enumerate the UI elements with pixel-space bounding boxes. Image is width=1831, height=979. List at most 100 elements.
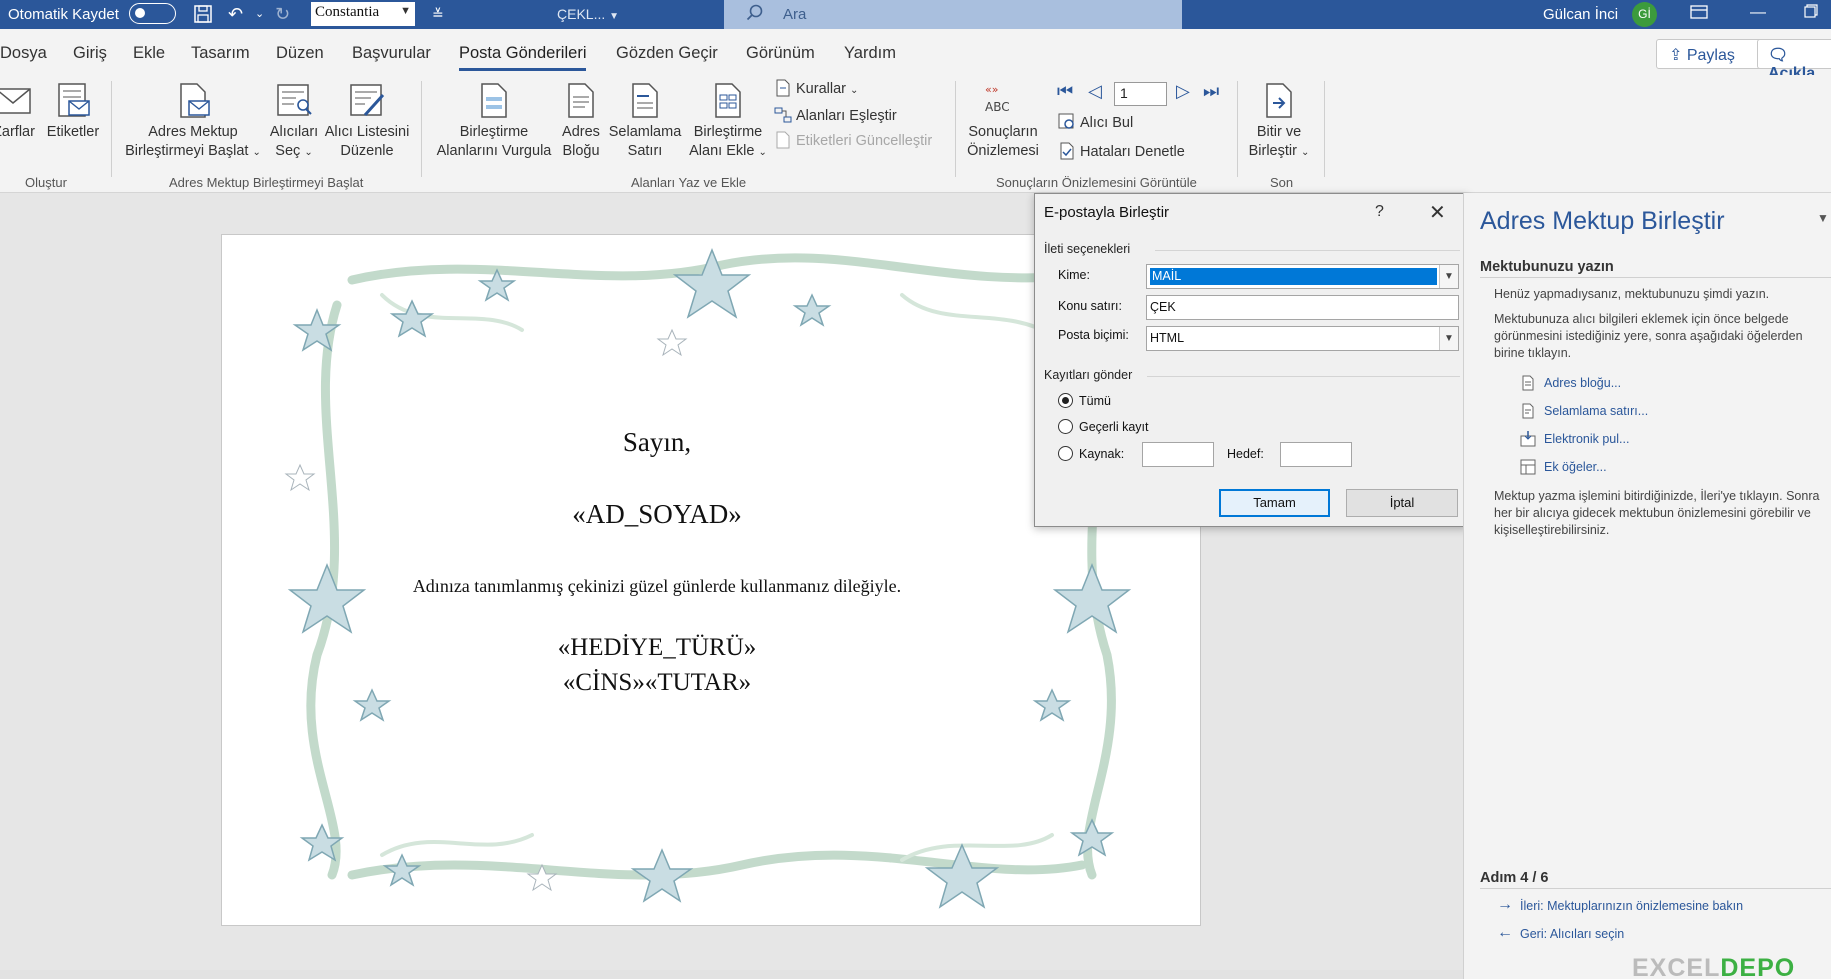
to-select[interactable]: MAİL ▼ bbox=[1146, 264, 1459, 289]
task-pane-title: Adres Mektup Birleştir bbox=[1480, 207, 1725, 235]
more-items-link[interactable]: Ek öğeler... bbox=[1544, 460, 1607, 474]
check-errors-icon bbox=[1060, 142, 1074, 160]
search-box[interactable]: Ara bbox=[724, 0, 1182, 29]
autosave-label: Otomatik Kaydet bbox=[8, 6, 119, 23]
redo-icon[interactable]: ↻ bbox=[275, 4, 290, 24]
subject-label: Konu satırı: bbox=[1058, 299, 1122, 313]
greeting-line-button[interactable]: Selamlama Satırı bbox=[604, 81, 686, 161]
chevron-down-icon[interactable]: ▼ bbox=[1439, 265, 1458, 288]
letter-body: Adınıza tanımlanmış çekinizi güzel günle… bbox=[412, 576, 902, 596]
status-bar bbox=[0, 970, 1463, 979]
mail-format-select[interactable]: HTML ▼ bbox=[1146, 326, 1459, 351]
insert-field-icon bbox=[715, 83, 741, 118]
previous-record-icon[interactable]: ◁ bbox=[1088, 81, 1102, 102]
mail-format-label: Posta biçimi: bbox=[1058, 328, 1129, 342]
rules-button[interactable]: Kurallar ⌄ bbox=[774, 78, 858, 100]
share-button[interactable]: ⇪ Paylaş bbox=[1656, 39, 1767, 69]
labels-button[interactable]: Etiketler bbox=[44, 81, 102, 142]
address-block-link[interactable]: Adres bloğu... bbox=[1544, 376, 1621, 390]
ok-button[interactable]: Tamam bbox=[1219, 489, 1330, 517]
next-record-icon[interactable]: ▷ bbox=[1176, 81, 1190, 102]
user-name[interactable]: Gülcan İnci bbox=[1543, 6, 1618, 23]
all-records-radio[interactable] bbox=[1058, 393, 1073, 408]
minimize-icon[interactable]: — bbox=[1750, 4, 1766, 22]
avatar[interactable]: Gİ bbox=[1632, 2, 1657, 27]
edit-recipient-list-button[interactable]: Alıcı Listesini Düzenle bbox=[321, 81, 413, 161]
greeting-line-link[interactable]: Selamlama satırı... bbox=[1544, 404, 1648, 418]
arrow-left-icon[interactable]: ← bbox=[1497, 924, 1513, 942]
undo-dropdown-icon[interactable]: ⌄ bbox=[255, 4, 264, 24]
tab-references[interactable]: Başvurular bbox=[352, 44, 431, 63]
record-range-radio[interactable] bbox=[1058, 446, 1073, 461]
tab-help[interactable]: Yardım bbox=[844, 44, 896, 63]
greeting-line-icon bbox=[632, 83, 658, 118]
highlight-merge-fields-button[interactable]: Birleştirme Alanlarını Vurgula bbox=[432, 81, 556, 161]
start-mail-merge-button[interactable]: Adres Mektup Birleştirmeyi Başlat ⌄ bbox=[122, 81, 264, 162]
recipient-list-icon bbox=[277, 84, 312, 116]
merge-field-gift-type[interactable]: «HEDİYE_TÜRÜ» bbox=[222, 634, 1092, 662]
step-heading: Mektubunuzu yazın bbox=[1480, 259, 1614, 275]
tab-review[interactable]: Gözden Geçir bbox=[616, 44, 718, 63]
tab-insert[interactable]: Ekle bbox=[133, 44, 165, 63]
merge-field-name[interactable]: «AD_SOYAD» bbox=[222, 499, 1092, 530]
customize-toolbar-icon[interactable]: ≚ bbox=[432, 4, 444, 24]
last-record-icon[interactable]: ⏭ bbox=[1203, 81, 1219, 102]
preview-abc-icon: «» ABC bbox=[985, 83, 1010, 114]
previous-step-link[interactable]: Geri: Alıcıları seçin bbox=[1520, 927, 1624, 941]
restore-icon[interactable] bbox=[1804, 4, 1818, 23]
save-icon[interactable] bbox=[193, 4, 213, 28]
check-errors-button[interactable]: Hataları Denetle bbox=[1058, 141, 1185, 163]
search-icon bbox=[746, 4, 764, 27]
tab-view[interactable]: Görünüm bbox=[746, 44, 815, 63]
tab-mailings[interactable]: Posta Gönderileri bbox=[459, 44, 587, 71]
svg-text:«»: «» bbox=[985, 83, 998, 96]
group-label-preview: Sonuçların Önizlemesini Görüntüle bbox=[996, 175, 1197, 190]
current-record-radio[interactable] bbox=[1058, 419, 1073, 434]
match-fields-icon bbox=[774, 107, 792, 123]
finish-merge-button[interactable]: Bitir ve Birleştir ⌄ bbox=[1243, 81, 1315, 162]
record-number-input[interactable]: 1 bbox=[1114, 82, 1167, 106]
chevron-down-icon[interactable]: ▼ bbox=[1439, 327, 1458, 350]
greeting-line-icon bbox=[1522, 403, 1534, 419]
document-name[interactable]: ÇEKL... ▼ bbox=[557, 6, 619, 22]
title-bar: Otomatik Kaydet ↶ ⌄ ↻ Constantia ▼ ≚ ÇEK… bbox=[0, 0, 1831, 29]
range-to-input[interactable] bbox=[1280, 442, 1352, 467]
tab-home[interactable]: Giriş bbox=[73, 44, 107, 63]
comments-button[interactable]: 🗨 Açıkla bbox=[1757, 39, 1831, 82]
address-block-button[interactable]: Adres Bloğu bbox=[556, 81, 606, 161]
undo-icon[interactable]: ↶ bbox=[228, 4, 243, 24]
section-divider bbox=[1480, 277, 1831, 278]
insert-merge-field-button[interactable]: Birleştirme Alanı Ekle ⌄ bbox=[686, 81, 770, 162]
section-divider bbox=[1155, 250, 1460, 251]
range-from-input[interactable] bbox=[1142, 442, 1214, 467]
merge-field-currency-amount[interactable]: «CİNS»«TUTAR» bbox=[222, 669, 1092, 697]
subject-input[interactable]: ÇEK bbox=[1146, 295, 1459, 320]
update-labels-button[interactable]: Etiketleri Güncelleştir bbox=[774, 130, 932, 152]
next-step-link[interactable]: İleri: Mektuplarınızın önizlemesine bakı… bbox=[1520, 899, 1743, 913]
arrow-right-icon[interactable]: → bbox=[1497, 896, 1513, 914]
preview-results-button[interactable]: «» ABC Sonuçların Önizlemesi bbox=[963, 81, 1043, 161]
tab-file[interactable]: Dosya bbox=[0, 44, 47, 63]
tab-layout[interactable]: Düzen bbox=[276, 44, 324, 63]
find-recipient-button[interactable]: Alıcı Bul bbox=[1058, 112, 1133, 134]
chevron-down-icon[interactable]: ▼ bbox=[1817, 211, 1829, 225]
envelope-icon bbox=[0, 88, 31, 114]
more-items-icon bbox=[1520, 459, 1536, 475]
highlight-fields-icon bbox=[481, 83, 507, 118]
mail-merge-task-pane: Adres Mektup Birleştir ▼ Mektubunuzu yaz… bbox=[1463, 193, 1831, 979]
ribbon-display-icon[interactable] bbox=[1690, 4, 1708, 25]
font-name-box[interactable]: Constantia ▼ bbox=[311, 2, 415, 26]
electronic-postage-link[interactable]: Elektronik pul... bbox=[1544, 432, 1629, 446]
select-recipients-button[interactable]: Alıcıları Seç ⌄ bbox=[266, 81, 322, 162]
match-fields-button[interactable]: Alanları Eşleştir bbox=[774, 105, 897, 127]
first-record-icon[interactable]: ⏮ bbox=[1057, 81, 1073, 102]
section-divider bbox=[1480, 888, 1831, 889]
envelopes-button[interactable]: Zarflar bbox=[0, 81, 36, 142]
tab-design[interactable]: Tasarım bbox=[191, 44, 250, 63]
all-records-label: Tümü bbox=[1079, 394, 1111, 408]
autosave-toggle[interactable] bbox=[129, 3, 176, 24]
close-icon[interactable]: ✕ bbox=[1429, 200, 1446, 225]
cancel-button[interactable]: İptal bbox=[1346, 489, 1458, 517]
edit-list-icon bbox=[350, 84, 385, 117]
help-icon[interactable]: ? bbox=[1375, 203, 1384, 221]
